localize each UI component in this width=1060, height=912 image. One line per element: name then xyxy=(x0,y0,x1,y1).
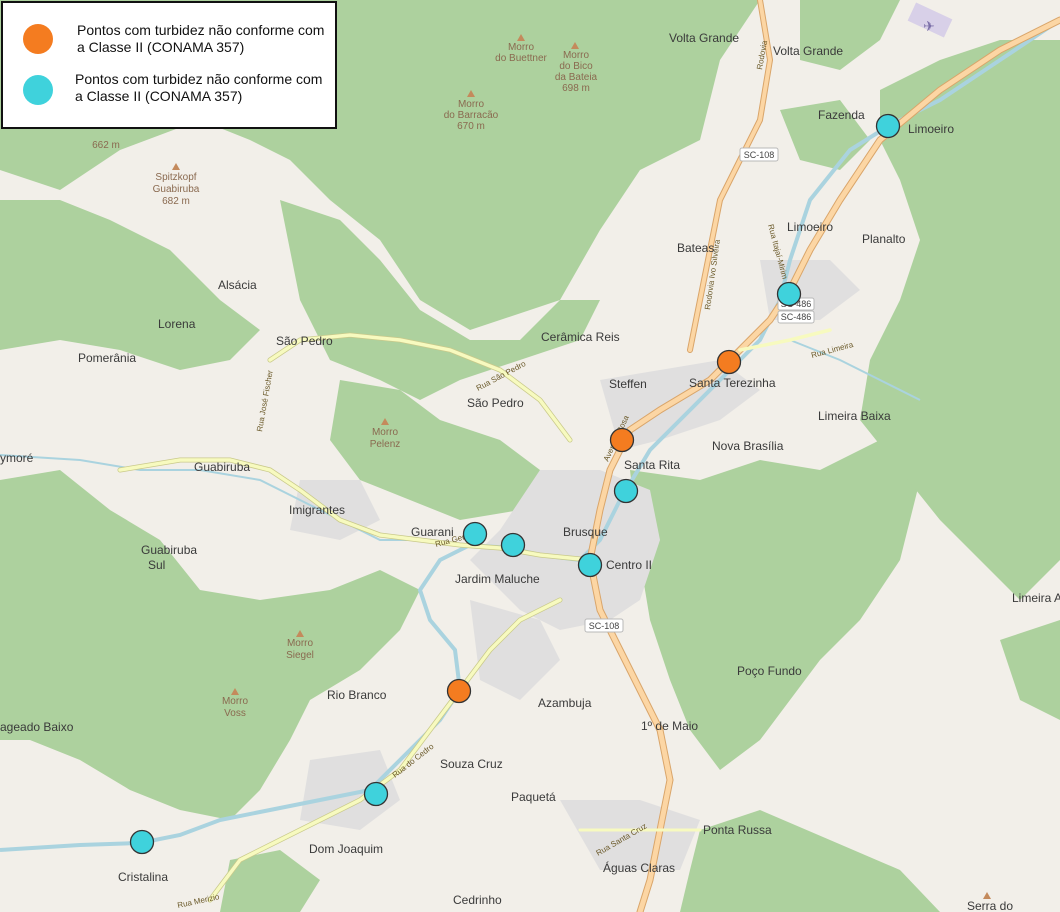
route-shield-sc108-north: SC-108 xyxy=(739,147,779,162)
label-azambuja: Azambuja xyxy=(538,696,592,710)
label-cristalina: Cristalina xyxy=(118,870,168,884)
label-guabiruba: Guabiruba xyxy=(194,460,250,474)
label-guabiruba-sul-1: Guabiruba xyxy=(141,543,197,557)
label-nova-brasilia: Nova Brasília xyxy=(712,439,784,453)
label-sao-pedro-2: São Pedro xyxy=(467,396,524,410)
cyan-point-7[interactable] xyxy=(363,781,389,807)
label-limeira-a: Limeira A xyxy=(1012,591,1060,605)
legend-cyan-label-line1: Pontos com turbidez não conforme com xyxy=(75,71,323,87)
label-sao-pedro-1: São Pedro xyxy=(276,334,333,348)
legend-cyan-swatch xyxy=(23,75,53,105)
peak-label-bateia-1: Morro xyxy=(563,50,590,61)
peak-label-bateia-3: da Bateia xyxy=(555,72,598,83)
peak-label-voss-1: Morro xyxy=(222,696,249,707)
label-aguas-claras: Águas Claras xyxy=(603,860,675,875)
orange-point-1[interactable] xyxy=(716,349,742,375)
peak-label-662: 662 m xyxy=(92,140,120,151)
label-ageado-baixo: ageado Baixo xyxy=(0,720,74,734)
route-shield-sc108-south: SC-108 xyxy=(584,618,624,633)
label-1-de-maio: 1º de Maio xyxy=(641,719,698,733)
legend-cyan-label-line2: a Classe II (CONAMA 357) xyxy=(75,88,243,104)
label-limeira-baixa: Limeira Baixa xyxy=(818,409,891,423)
label-steffen: Steffen xyxy=(609,377,647,391)
map-legend: Pontos com turbidez não conforme com a C… xyxy=(1,1,337,129)
cyan-point-1[interactable] xyxy=(875,113,901,139)
peak-label-spitzkopf-3: 682 m xyxy=(162,196,190,207)
orange-point-3[interactable] xyxy=(446,678,472,704)
label-souza-cruz: Souza Cruz xyxy=(440,757,503,771)
cyan-point-4[interactable] xyxy=(462,521,488,547)
peak-label-buettner-1: Morro xyxy=(508,42,535,53)
peak-label-voss-2: Voss xyxy=(224,708,246,719)
label-limoeiro-2: Limoeiro xyxy=(787,220,833,234)
label-lorena: Lorena xyxy=(158,317,196,331)
label-imigrantes: Imigrantes xyxy=(289,503,345,517)
peak-label-bateia-4: 698 m xyxy=(562,83,590,94)
legend-orange-swatch xyxy=(23,24,53,54)
label-rio-branco: Rio Branco xyxy=(327,688,387,702)
label-serra-do: Serra do xyxy=(967,899,1013,912)
label-dom-joaquim: Dom Joaquim xyxy=(309,842,383,856)
peak-label-siegel-1: Morro xyxy=(287,638,314,649)
svg-text:SC-486: SC-486 xyxy=(781,312,812,322)
cyan-point-3[interactable] xyxy=(613,478,639,504)
cyan-point-2[interactable] xyxy=(776,281,802,307)
svg-text:SC-108: SC-108 xyxy=(744,150,775,160)
label-alsacia: Alsácia xyxy=(218,278,257,292)
label-jardim-maluche: Jardim Maluche xyxy=(455,572,540,586)
peak-label-bateia-2: do Bico xyxy=(559,61,593,72)
label-poco-fundo: Poço Fundo xyxy=(737,664,802,678)
peak-label-barracao-3: 670 m xyxy=(457,121,485,132)
peak-label-barracao-1: Morro xyxy=(458,99,485,110)
cyan-point-8[interactable] xyxy=(129,829,155,855)
route-shield-sc486-b: SC-486 xyxy=(777,310,815,324)
label-santa-terezinha: Santa Terezinha xyxy=(689,376,776,390)
label-limoeiro-1: Limoeiro xyxy=(908,122,954,136)
label-fazenda: Fazenda xyxy=(818,108,865,122)
peak-label-pelenz-2: Pelenz xyxy=(370,439,401,450)
svg-text:SC-108: SC-108 xyxy=(589,621,620,631)
label-ceramica-reis: Cerâmica Reis xyxy=(541,330,620,344)
label-volta-grande-2: Volta Grande xyxy=(773,44,843,58)
label-centro-ii: Centro II xyxy=(606,558,652,572)
label-bateas: Bateas xyxy=(677,241,714,255)
legend-orange-label-line1: Pontos com turbidez não conforme com xyxy=(77,22,325,38)
cyan-point-6[interactable] xyxy=(577,552,603,578)
peak-label-spitzkopf-2: Guabiruba xyxy=(153,184,200,195)
map-canvas[interactable]: SC-108 SC-486 SC-486 SC-108 ✈ Volta Gran… xyxy=(0,0,1060,912)
label-ponta-russa: Ponta Russa xyxy=(703,823,772,837)
label-santa-rita: Santa Rita xyxy=(624,458,680,472)
orange-point-2[interactable] xyxy=(609,427,635,453)
label-volta-grande-1: Volta Grande xyxy=(669,31,739,45)
peak-label-siegel-2: Siegel xyxy=(286,650,314,661)
label-guabiruba-sul-2: Sul xyxy=(148,558,165,572)
label-paqueta: Paquetá xyxy=(511,790,556,804)
peak-label-barracao-2: do Barracão xyxy=(444,110,499,121)
label-ymore: ymoré xyxy=(0,451,34,465)
label-planalto: Planalto xyxy=(862,232,906,246)
peak-label-buettner-2: do Buettner xyxy=(495,53,547,64)
legend-orange-label-line2: a Classe II (CONAMA 357) xyxy=(77,39,245,55)
svg-text:✈: ✈ xyxy=(923,18,935,34)
cyan-point-5[interactable] xyxy=(500,532,526,558)
label-pomerania: Pomerânia xyxy=(78,351,136,365)
peak-label-pelenz-1: Morro xyxy=(372,427,399,438)
peak-label-spitzkopf-1: Spitzkopf xyxy=(155,172,196,183)
label-brusque: Brusque xyxy=(563,525,608,539)
label-cedrinho: Cedrinho xyxy=(453,893,502,907)
